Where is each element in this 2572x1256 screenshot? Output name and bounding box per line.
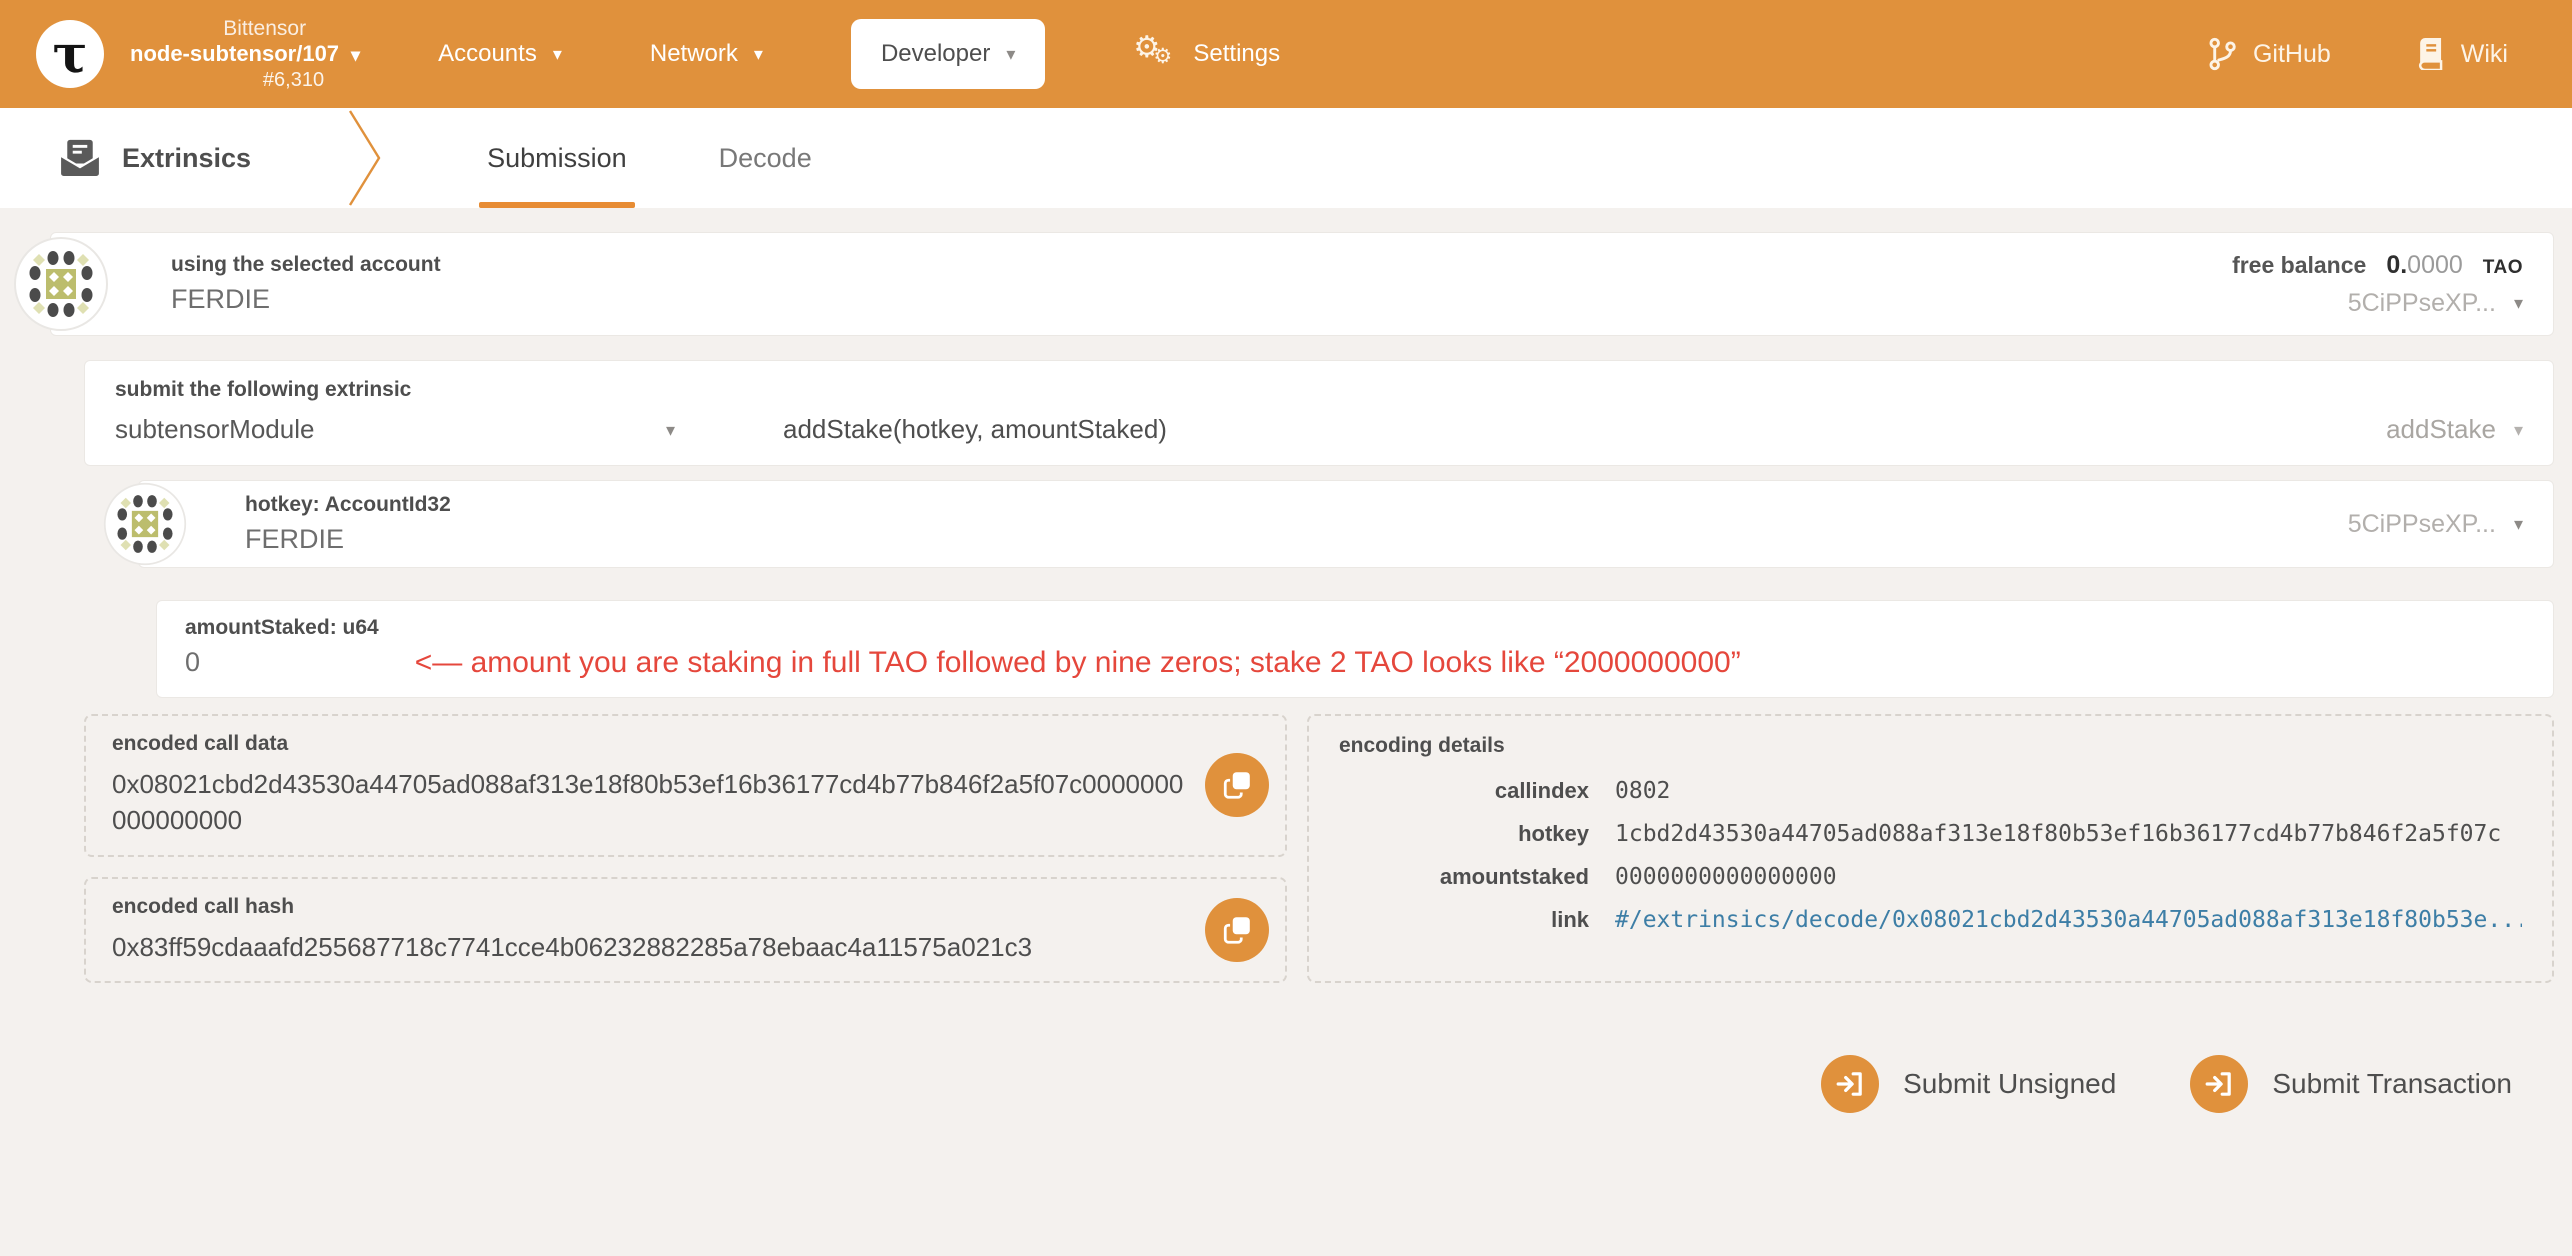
chain-name: Bittensor: [223, 16, 307, 40]
sign-in-icon: [1821, 1055, 1880, 1114]
amount-info: amountStaked: u64: [185, 616, 379, 678]
hotkey-address-dropdown[interactable]: 5CiPPseXP... ▾: [2348, 510, 2523, 539]
extrinsics-page: using the selected account FERDIE free b…: [0, 208, 2572, 1114]
menu-network[interactable]: Network ▾: [650, 40, 763, 68]
copy-call-data-button[interactable]: [1205, 753, 1269, 818]
chain-selector[interactable]: Bittensor node-subtensor/107 ▾ #6,310: [130, 16, 360, 93]
caret-down-icon: ▾: [2513, 293, 2523, 313]
detail-value-hotkey: 1cbd2d43530a44705ad088af313e18f80b53ef16…: [1615, 821, 2502, 847]
balance-value: 0.0000: [2386, 250, 2463, 279]
extrinsic-select-card: submit the following extrinsic subtensor…: [84, 360, 2554, 466]
main-menu: Accounts ▾ Network ▾ Developer ▾ ⚙ ⚙ Set…: [438, 19, 1280, 89]
stake-annotation: <— amount you are staking in full TAO fo…: [414, 646, 1741, 679]
balance-unit: TAO: [2482, 256, 2523, 278]
tabs: Submission Decode: [479, 108, 820, 208]
tab-bar: Extrinsics Submission Decode: [0, 108, 2572, 208]
encoding-details-title: encoding details: [1339, 734, 1505, 757]
wiki-link[interactable]: Wiki: [2415, 38, 2508, 70]
book-icon: [2418, 38, 2443, 70]
account-label: using the selected account: [171, 253, 441, 276]
caret-down-icon: ▾: [351, 44, 361, 65]
extrinsic-selects: subtensorModule ▾ addStake(hotkey, amoun…: [115, 414, 2523, 445]
detail-label-callindex: callindex: [1494, 778, 1589, 803]
account-info: using the selected account FERDIE: [171, 253, 441, 315]
menu-developer[interactable]: Developer ▾: [850, 19, 1046, 89]
tau-logo-icon: τ: [52, 23, 88, 85]
encoding-details-box: encoding details callindex 0802 hotkey 1…: [1307, 714, 2554, 984]
submit-actions: Submit Unsigned Submit Transaction: [50, 1055, 2554, 1114]
amount-param-card: amountStaked: u64 <— amount you are stak…: [156, 600, 2554, 698]
encoded-outputs-left: encoded call data 0x08021cbd2d43530a4470…: [84, 714, 1287, 984]
call-hash-value: 0x83ff59cdaaafd255687718c7741cce4b062328…: [112, 931, 1033, 962]
external-links: GitHub Wiki: [2207, 37, 2508, 71]
account-identicon: [13, 236, 109, 332]
menu-settings[interactable]: ⚙ ⚙ Settings: [1133, 31, 1280, 74]
section-title: Extrinsics: [122, 142, 252, 173]
encoding-details-grid: callindex 0802 hotkey 1cbd2d43530a44705a…: [1339, 778, 2522, 933]
free-balance: free balance 0.0000 TAO: [2232, 250, 2523, 279]
detail-label-hotkey: hotkey: [1518, 821, 1589, 846]
encoded-call-hash-box: encoded call hash 0x83ff59cdaaafd2556877…: [84, 876, 1287, 984]
caret-down-icon: ▾: [1006, 44, 1016, 64]
copy-icon: [1223, 917, 1250, 944]
detail-value-callindex: 0802: [1615, 778, 1671, 804]
detail-label-link: link: [1551, 907, 1589, 932]
encoded-call-data-box: encoded call data 0x08021cbd2d43530a4470…: [84, 714, 1287, 857]
hotkey-info: hotkey: AccountId32 FERDIE: [245, 493, 451, 555]
call-hash-label: encoded call hash: [112, 894, 295, 918]
menu-accounts[interactable]: Accounts ▾: [438, 40, 562, 68]
github-link[interactable]: GitHub: [2207, 37, 2331, 71]
account-address-dropdown[interactable]: 5CiPPseXP... ▾: [2348, 289, 2523, 318]
account-selector-card: using the selected account FERDIE free b…: [14, 232, 2554, 336]
amount-label: amountStaked: u64: [185, 616, 379, 639]
breadcrumb-extrinsics[interactable]: Extrinsics: [0, 108, 251, 208]
hotkey-label: hotkey: AccountId32: [245, 493, 451, 516]
node-version: node-subtensor/107 ▾: [130, 41, 361, 67]
extrinsics-mail-icon: [58, 139, 102, 178]
call-data-value: 0x08021cbd2d43530a44705ad088af313e18f80b…: [112, 769, 1184, 836]
caret-down-icon: ▾: [2513, 419, 2523, 440]
call-select[interactable]: addStake ▾: [2386, 414, 2523, 445]
detail-value-amountstaked: 0000000000000000: [1615, 864, 1837, 890]
call-data-label: encoded call data: [112, 732, 289, 755]
decode-link[interactable]: #/extrinsics/decode/0x08021cbd2d43530a44…: [1615, 907, 2522, 933]
gears-icon: ⚙ ⚙: [1133, 31, 1173, 68]
bittensor-logo[interactable]: τ: [36, 20, 104, 88]
caret-down-icon: ▾: [753, 44, 763, 64]
copy-icon: [1223, 772, 1250, 800]
hotkey-param-card: hotkey: AccountId32 FERDIE 5CiPPseXP... …: [103, 480, 2554, 568]
encoded-outputs: encoded call data 0x08021cbd2d43530a4470…: [84, 714, 2554, 984]
extrinsic-label: submit the following extrinsic: [115, 378, 412, 401]
submit-transaction-button[interactable]: Submit Transaction: [2190, 1055, 2512, 1114]
tab-decode[interactable]: Decode: [711, 108, 820, 208]
caret-down-icon: ▾: [2513, 514, 2523, 534]
sign-in-icon: [2190, 1055, 2249, 1114]
submit-unsigned-button[interactable]: Submit Unsigned: [1821, 1055, 2116, 1114]
copy-call-hash-button[interactable]: [1205, 897, 1269, 962]
account-name: FERDIE: [171, 284, 271, 314]
caret-down-icon: ▾: [552, 44, 562, 64]
git-branch-icon: [2209, 37, 2236, 71]
hotkey-identicon: [103, 482, 187, 566]
detail-label-amountstaked: amountstaked: [1439, 864, 1589, 889]
caret-down-icon: ▾: [665, 419, 675, 440]
block-number: #6,310: [262, 69, 325, 92]
hotkey-name: FERDIE: [245, 524, 345, 554]
amount-input[interactable]: [185, 647, 345, 678]
call-signature: addStake(hotkey, amountStaked): [783, 414, 1167, 444]
module-select[interactable]: subtensorModule ▾: [115, 414, 675, 445]
top-navbar: τ Bittensor node-subtensor/107 ▾ #6,310 …: [0, 0, 2572, 108]
account-meta: free balance 0.0000 TAO 5CiPPseXP... ▾: [2232, 251, 2523, 318]
breadcrumb-chevron-icon: [347, 108, 383, 208]
tab-submission[interactable]: Submission: [479, 108, 635, 208]
